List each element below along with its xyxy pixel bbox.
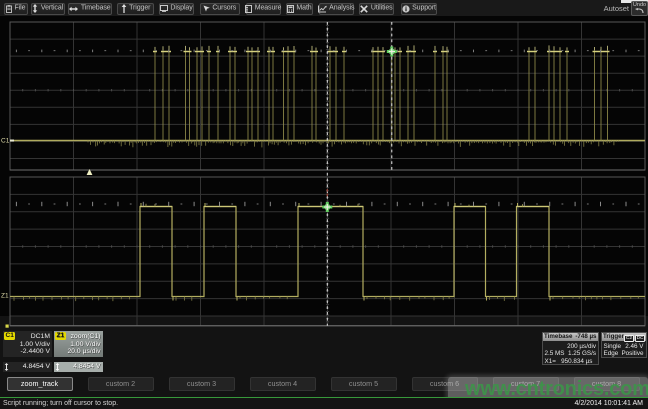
svg-text:C1: C1 bbox=[1, 138, 10, 145]
svg-text:Z1: Z1 bbox=[1, 293, 9, 300]
